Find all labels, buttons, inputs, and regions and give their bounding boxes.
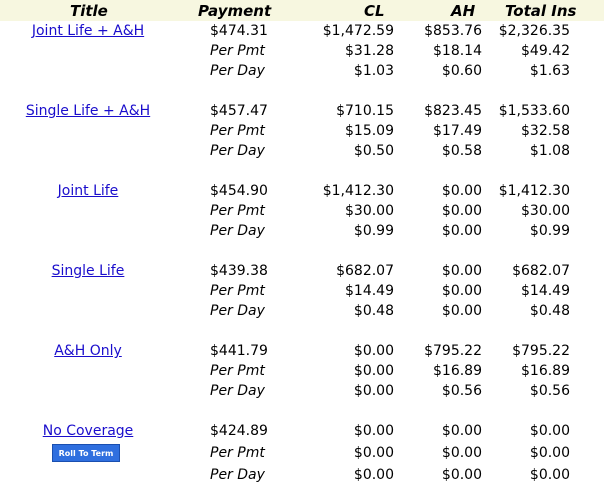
ah-value: $17.49 bbox=[433, 123, 482, 139]
coverage-link[interactable]: Single Life bbox=[52, 263, 125, 279]
ah-value: $0.56 bbox=[441, 383, 482, 399]
payment-amount: $457.47 bbox=[210, 103, 268, 119]
cl-value: $0.00 bbox=[353, 423, 394, 439]
ah-value: $0.00 bbox=[441, 283, 482, 299]
ah-value: $0.58 bbox=[441, 143, 482, 159]
header-title: Title bbox=[70, 2, 108, 20]
total-ins-value: $1.08 bbox=[529, 143, 570, 159]
payment-period-label: Per Pmt bbox=[210, 43, 265, 59]
ah-value: $0.00 bbox=[441, 183, 482, 199]
header-total-ins: Total Ins bbox=[505, 2, 577, 20]
total-ins-value: $1,412.30 bbox=[498, 183, 570, 199]
payment-period-label: Per Pmt bbox=[210, 445, 265, 461]
payment-amount: $439.38 bbox=[210, 263, 268, 279]
total-ins-value: $2,326.35 bbox=[498, 23, 570, 39]
cl-value: $1,412.30 bbox=[322, 183, 394, 199]
payment-period-label: Per Day bbox=[210, 383, 265, 399]
total-ins-value: $1.63 bbox=[529, 63, 570, 79]
coverage-link[interactable]: No Coverage bbox=[43, 423, 134, 439]
payment-amount: $454.90 bbox=[210, 183, 268, 199]
cl-value: $15.09 bbox=[345, 123, 394, 139]
payment-period-label: Per Day bbox=[210, 303, 265, 319]
coverage-title: Single Life bbox=[0, 262, 176, 280]
total-ins-value: $16.89 bbox=[521, 363, 570, 379]
payment-period-label: Per Day bbox=[210, 143, 265, 159]
coverage-title: A&H Only bbox=[0, 342, 176, 360]
ah-value: $0.60 bbox=[441, 63, 482, 79]
coverage-link[interactable]: Joint Life + A&H bbox=[32, 23, 144, 39]
ah-value: $16.89 bbox=[433, 363, 482, 379]
cl-value: $1.03 bbox=[353, 63, 394, 79]
payment-period-label: Per Day bbox=[210, 63, 265, 79]
coverage-title: No Coverage bbox=[0, 422, 176, 440]
ah-value: $0.00 bbox=[441, 263, 482, 279]
coverage-link[interactable]: A&H Only bbox=[54, 343, 122, 359]
ah-value: $18.14 bbox=[433, 43, 482, 59]
payment-period-label: Per Day bbox=[210, 467, 265, 483]
total-ins-value: $0.00 bbox=[529, 445, 570, 461]
cl-value: $0.99 bbox=[353, 223, 394, 239]
cl-value: $14.49 bbox=[345, 283, 394, 299]
total-ins-value: $682.07 bbox=[512, 263, 570, 279]
ah-value: $0.00 bbox=[441, 203, 482, 219]
coverage-title: Single Life + A&H bbox=[0, 102, 176, 120]
ah-value: $0.00 bbox=[441, 303, 482, 319]
roll-to-term-button[interactable]: Roll To Term bbox=[52, 444, 120, 462]
payment-period-label: Per Pmt bbox=[210, 123, 265, 139]
ah-value: $853.76 bbox=[424, 23, 482, 39]
total-ins-value: $0.48 bbox=[529, 303, 570, 319]
header-cl: CL bbox=[364, 2, 385, 20]
total-ins-value: $0.00 bbox=[529, 423, 570, 439]
total-ins-value: $0.56 bbox=[529, 383, 570, 399]
ah-value: $795.22 bbox=[424, 343, 482, 359]
cl-value: $710.15 bbox=[336, 103, 394, 119]
cl-value: $30.00 bbox=[345, 203, 394, 219]
cl-value: $0.00 bbox=[353, 383, 394, 399]
payment-period-label: Per Pmt bbox=[210, 363, 265, 379]
table-header: Title Payment CL AH Total Ins bbox=[0, 0, 604, 21]
cl-value: $1,472.59 bbox=[322, 23, 394, 39]
total-ins-value: $32.58 bbox=[521, 123, 570, 139]
total-ins-value: $0.00 bbox=[529, 467, 570, 483]
coverage-link[interactable]: Joint Life bbox=[58, 183, 119, 199]
cl-value: $0.48 bbox=[353, 303, 394, 319]
cl-value: $682.07 bbox=[336, 263, 394, 279]
header-ah: AH bbox=[451, 2, 476, 20]
ah-value: $0.00 bbox=[441, 423, 482, 439]
total-ins-value: $49.42 bbox=[521, 43, 570, 59]
cl-value: $0.00 bbox=[353, 467, 394, 483]
coverage-link[interactable]: Single Life + A&H bbox=[26, 103, 150, 119]
ah-value: $0.00 bbox=[441, 445, 482, 461]
ah-value: $0.00 bbox=[441, 467, 482, 483]
payment-period-label: Per Day bbox=[210, 223, 265, 239]
ah-value: $823.45 bbox=[424, 103, 482, 119]
cl-value: $0.00 bbox=[353, 445, 394, 461]
payment-amount: $424.89 bbox=[210, 423, 268, 439]
cl-value: $31.28 bbox=[345, 43, 394, 59]
total-ins-value: $1,533.60 bbox=[498, 103, 570, 119]
payment-amount: $474.31 bbox=[210, 23, 268, 39]
payment-period-label: Per Pmt bbox=[210, 283, 265, 299]
total-ins-value: $30.00 bbox=[521, 203, 570, 219]
payment-period-label: Per Pmt bbox=[210, 203, 265, 219]
cl-value: $0.00 bbox=[353, 363, 394, 379]
total-ins-value: $14.49 bbox=[521, 283, 570, 299]
header-payment: Payment bbox=[198, 2, 272, 20]
total-ins-value: $0.99 bbox=[529, 223, 570, 239]
cl-value: $0.00 bbox=[353, 343, 394, 359]
cl-value: $0.50 bbox=[353, 143, 394, 159]
payment-amount: $441.79 bbox=[210, 343, 268, 359]
ah-value: $0.00 bbox=[441, 223, 482, 239]
coverage-title: Joint Life + A&H bbox=[0, 22, 176, 40]
total-ins-value: $795.22 bbox=[512, 343, 570, 359]
coverage-title: Joint Life bbox=[0, 182, 176, 200]
